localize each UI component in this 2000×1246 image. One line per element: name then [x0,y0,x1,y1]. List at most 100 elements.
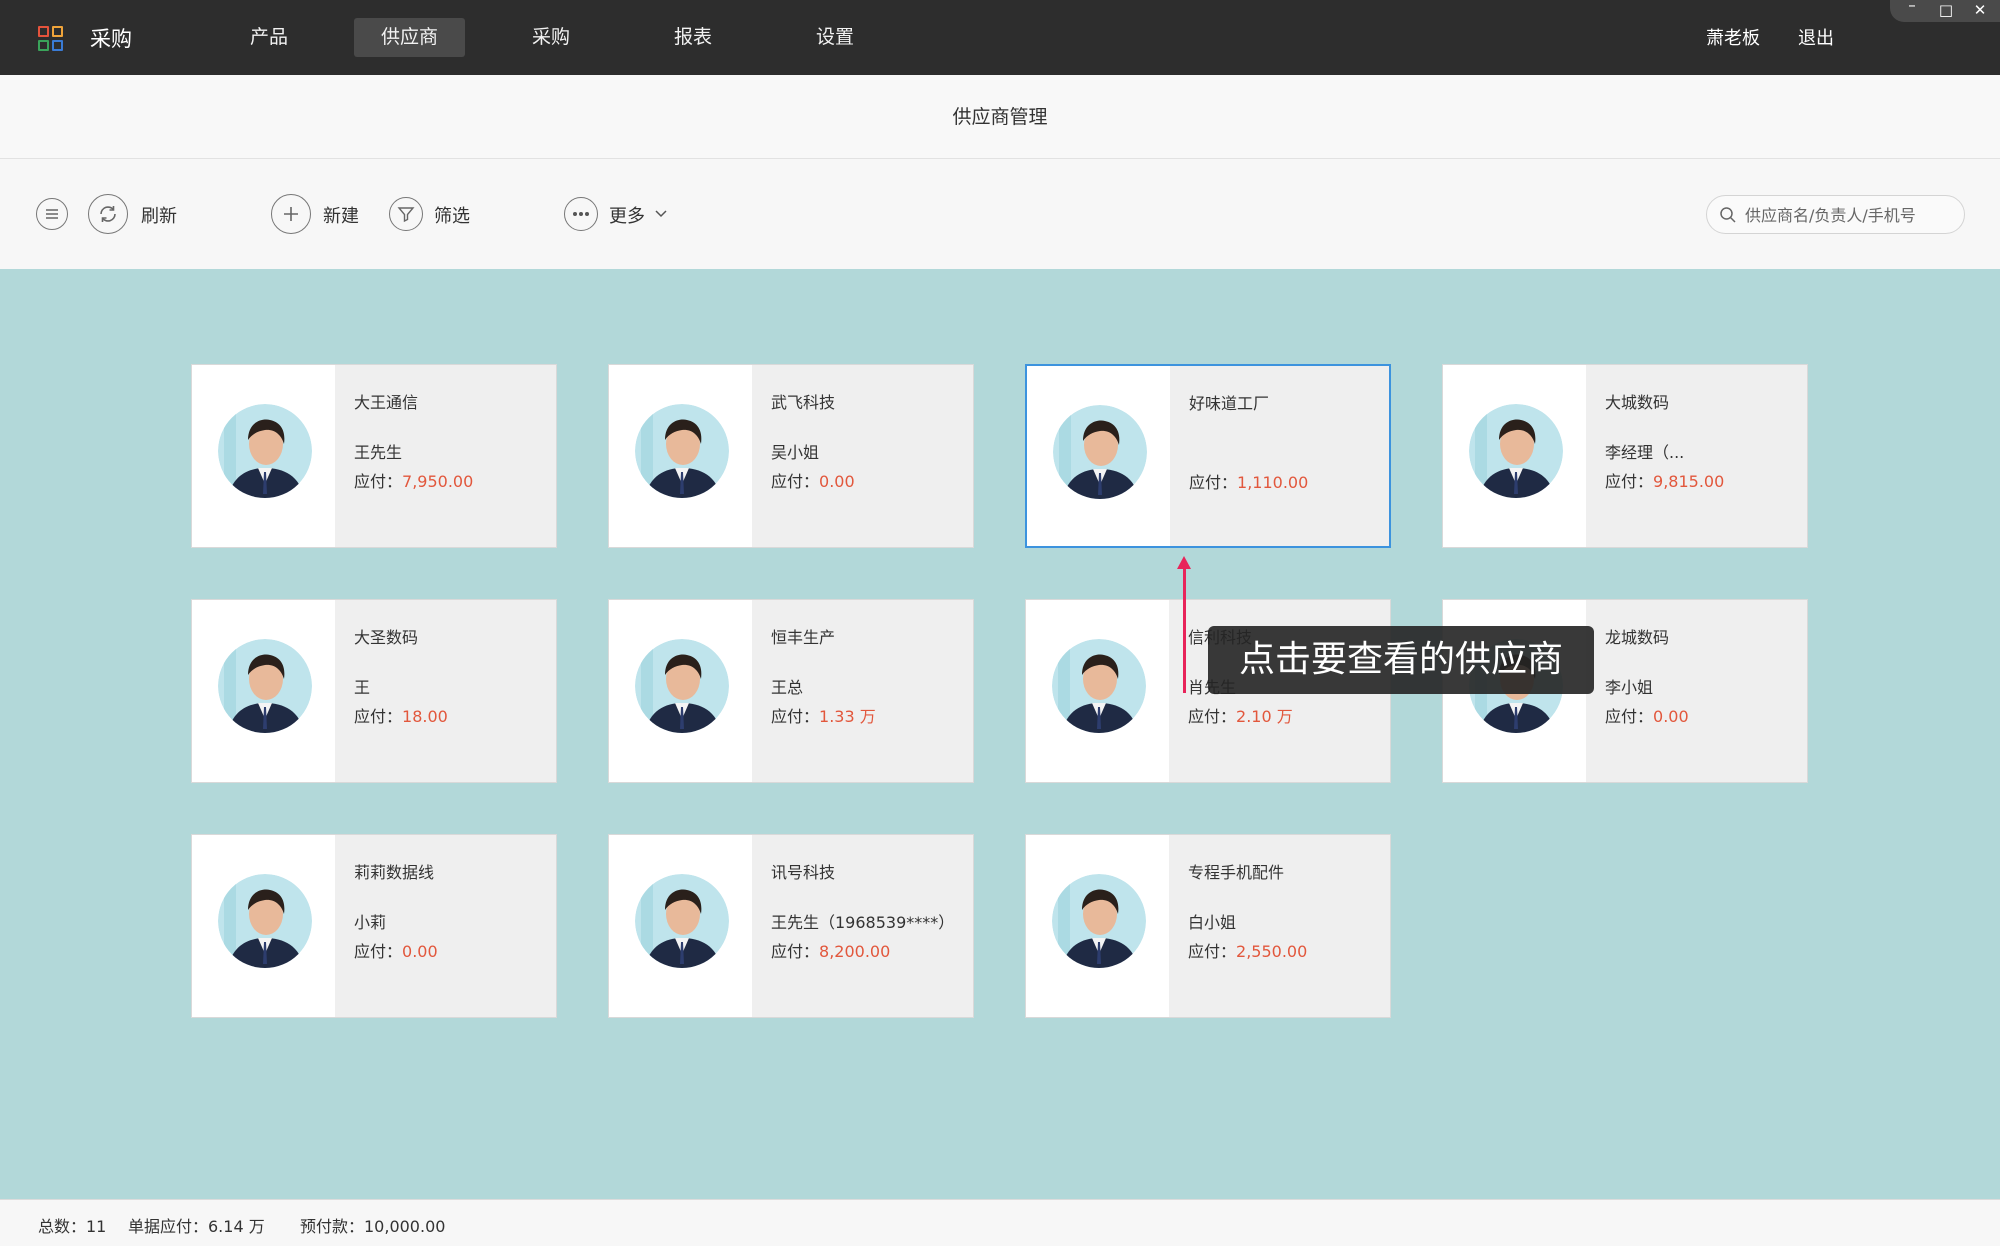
refresh-icon[interactable] [88,194,128,234]
supplier-contact: 小莉 [354,913,387,932]
supplier-payable: 应付：7,950.00 [354,468,473,492]
logout-link[interactable]: 退出 [1798,24,1834,50]
supplier-payable: 应付：1,110.00 [1189,469,1308,493]
avatar-area [192,600,335,782]
more-icon[interactable] [564,197,598,231]
search-input[interactable] [1745,203,1955,227]
supplier-info: 武飞科技 吴小姐 应付：0.00 [752,365,973,547]
supplier-info: 龙城数码 李小姐 应付：0.00 [1586,600,1807,782]
user-name[interactable]: 萧老板 [1706,24,1760,50]
filter-icon[interactable] [389,197,423,231]
supplier-payable: 应付：9,815.00 [1605,468,1724,492]
supplier-payable: 应付：8,200.00 [771,938,890,962]
supplier-info: 恒丰生产王总应付：1.33 万 [752,600,973,782]
avatar-area [609,600,752,782]
payable-amount: 9,815.00 [1653,472,1725,491]
payable-amount: 8,200.00 [819,942,891,961]
supplier-name: 龙城数码 [1605,628,1670,647]
top-bar: 采购 产品 供应商 采购 报表 设置 萧老板 退出 – □ ✕ [0,0,2000,75]
avatar [635,404,729,498]
supplier-payable: 应付：0.00 [771,468,855,492]
supplier-card[interactable]: 武飞科技 吴小姐 应付：0.00 [608,364,974,548]
payable-amount: 18.00 [402,707,448,726]
avatar [1469,404,1563,498]
more-button[interactable]: 更多 [609,202,645,228]
supplier-contact: 王先生 [354,443,403,462]
supplier-info: 好味道工厂应付：1,110.00 [1170,366,1389,546]
supplier-name: 好味道工厂 [1189,394,1270,413]
payable-amount: 0.00 [402,942,438,961]
supplier-info: 讯号科技 王先生（1968539****） 应付：8,200.00 [752,835,973,1017]
supplier-name: 大圣数码 [354,628,419,647]
nav-item-purchase[interactable]: 采购 [520,18,582,57]
avatar-area [1027,366,1170,546]
avatar [635,874,729,968]
avatar-area [1026,600,1169,782]
supplier-info: 莉莉数据线 小莉 应付：0.00 [335,835,556,1017]
maximize-icon[interactable]: □ [1936,1,1956,19]
supplier-card[interactable]: 莉莉数据线 小莉 应付：0.00 [191,834,557,1018]
payable-amount: 0.00 [1653,707,1689,726]
supplier-contact: 吴小姐 [771,443,820,462]
avatar [1052,639,1146,733]
supplier-card[interactable]: 大王通信王先生应付：7,950.00 [191,364,557,548]
supplier-name: 专程手机配件 [1188,863,1285,882]
supplier-info: 大圣数码王应付：18.00 [335,600,556,782]
prepaid-total: 预付款：10,000.00 [300,1217,446,1236]
app-title: 采购 [90,27,132,51]
window-controls: – □ ✕ [1890,0,2000,22]
supplier-name: 恒丰生产 [771,628,836,647]
supplier-card[interactable]: 好味道工厂应付：1,110.00 [1025,364,1391,548]
hint-tooltip: 点击要查看的供应商 [1208,626,1594,694]
supplier-payable: 应付：1.33 万 [771,703,876,727]
page-title: 供应商管理 [0,75,2000,159]
payable-amount: 2.10 万 [1236,707,1293,726]
payable-label: 应付： [354,707,403,726]
payable-label: 应付： [1188,707,1237,726]
avatar-area [192,365,335,547]
avatar [218,639,312,733]
supplier-name: 大王通信 [354,393,419,412]
supplier-card[interactable]: 大城数码 李经理（... 应付：9,815.00 [1442,364,1808,548]
search-box [1706,195,1965,234]
supplier-name: 莉莉数据线 [354,863,435,882]
chevron-down-icon[interactable] [654,209,668,219]
payable-label: 应付： [771,472,820,491]
nav-item-suppliers[interactable]: 供应商 [354,18,465,57]
nav-item-settings[interactable]: 设置 [804,18,866,57]
menu-icon[interactable] [36,198,68,230]
supplier-payable: 应付：2,550.00 [1188,938,1307,962]
supplier-info: 专程手机配件 白小姐 应付：2,550.00 [1169,835,1390,1017]
supplier-card[interactable]: 专程手机配件 白小姐 应付：2,550.00 [1025,834,1391,1018]
app-grid-icon[interactable] [38,26,63,51]
close-icon[interactable]: ✕ [1970,1,1990,19]
avatar-area [192,835,335,1017]
refresh-button[interactable]: 刷新 [141,202,177,228]
avatar [1052,874,1146,968]
supplier-card[interactable]: 大圣数码王应付：18.00 [191,599,557,783]
avatar [635,639,729,733]
nav-item-products[interactable]: 产品 [238,18,300,57]
supplier-contact: 王先生（1968539****） [771,913,955,932]
supplier-contact: 王总 [771,678,804,697]
payable-label: 应付： [1605,707,1654,726]
payable-amount: 1,110.00 [1237,473,1309,492]
avatar-area [609,835,752,1017]
minimize-icon[interactable]: – [1902,0,1922,14]
add-icon[interactable] [271,194,311,234]
new-button[interactable]: 新建 [323,202,359,228]
nav-item-reports[interactable]: 报表 [662,18,724,57]
payable-amount: 7,950.00 [402,472,474,491]
supplier-card[interactable]: 讯号科技 王先生（1968539****） 应付：8,200.00 [608,834,974,1018]
payable-label: 应付： [1189,473,1238,492]
supplier-card[interactable]: 恒丰生产王总应付：1.33 万 [608,599,974,783]
status-bar: 总数：11 单据应付：6.14 万 预付款：10,000.00 [0,1199,2000,1246]
avatar-area [1443,365,1586,547]
payable-amount: 0.00 [819,472,855,491]
payable-label: 应付： [771,707,820,726]
payable-label: 应付： [354,472,403,491]
supplier-payable: 应付：18.00 [354,703,448,727]
supplier-name: 大城数码 [1605,393,1670,412]
payable-amount: 2,550.00 [1236,942,1308,961]
filter-button[interactable]: 筛选 [434,202,470,228]
